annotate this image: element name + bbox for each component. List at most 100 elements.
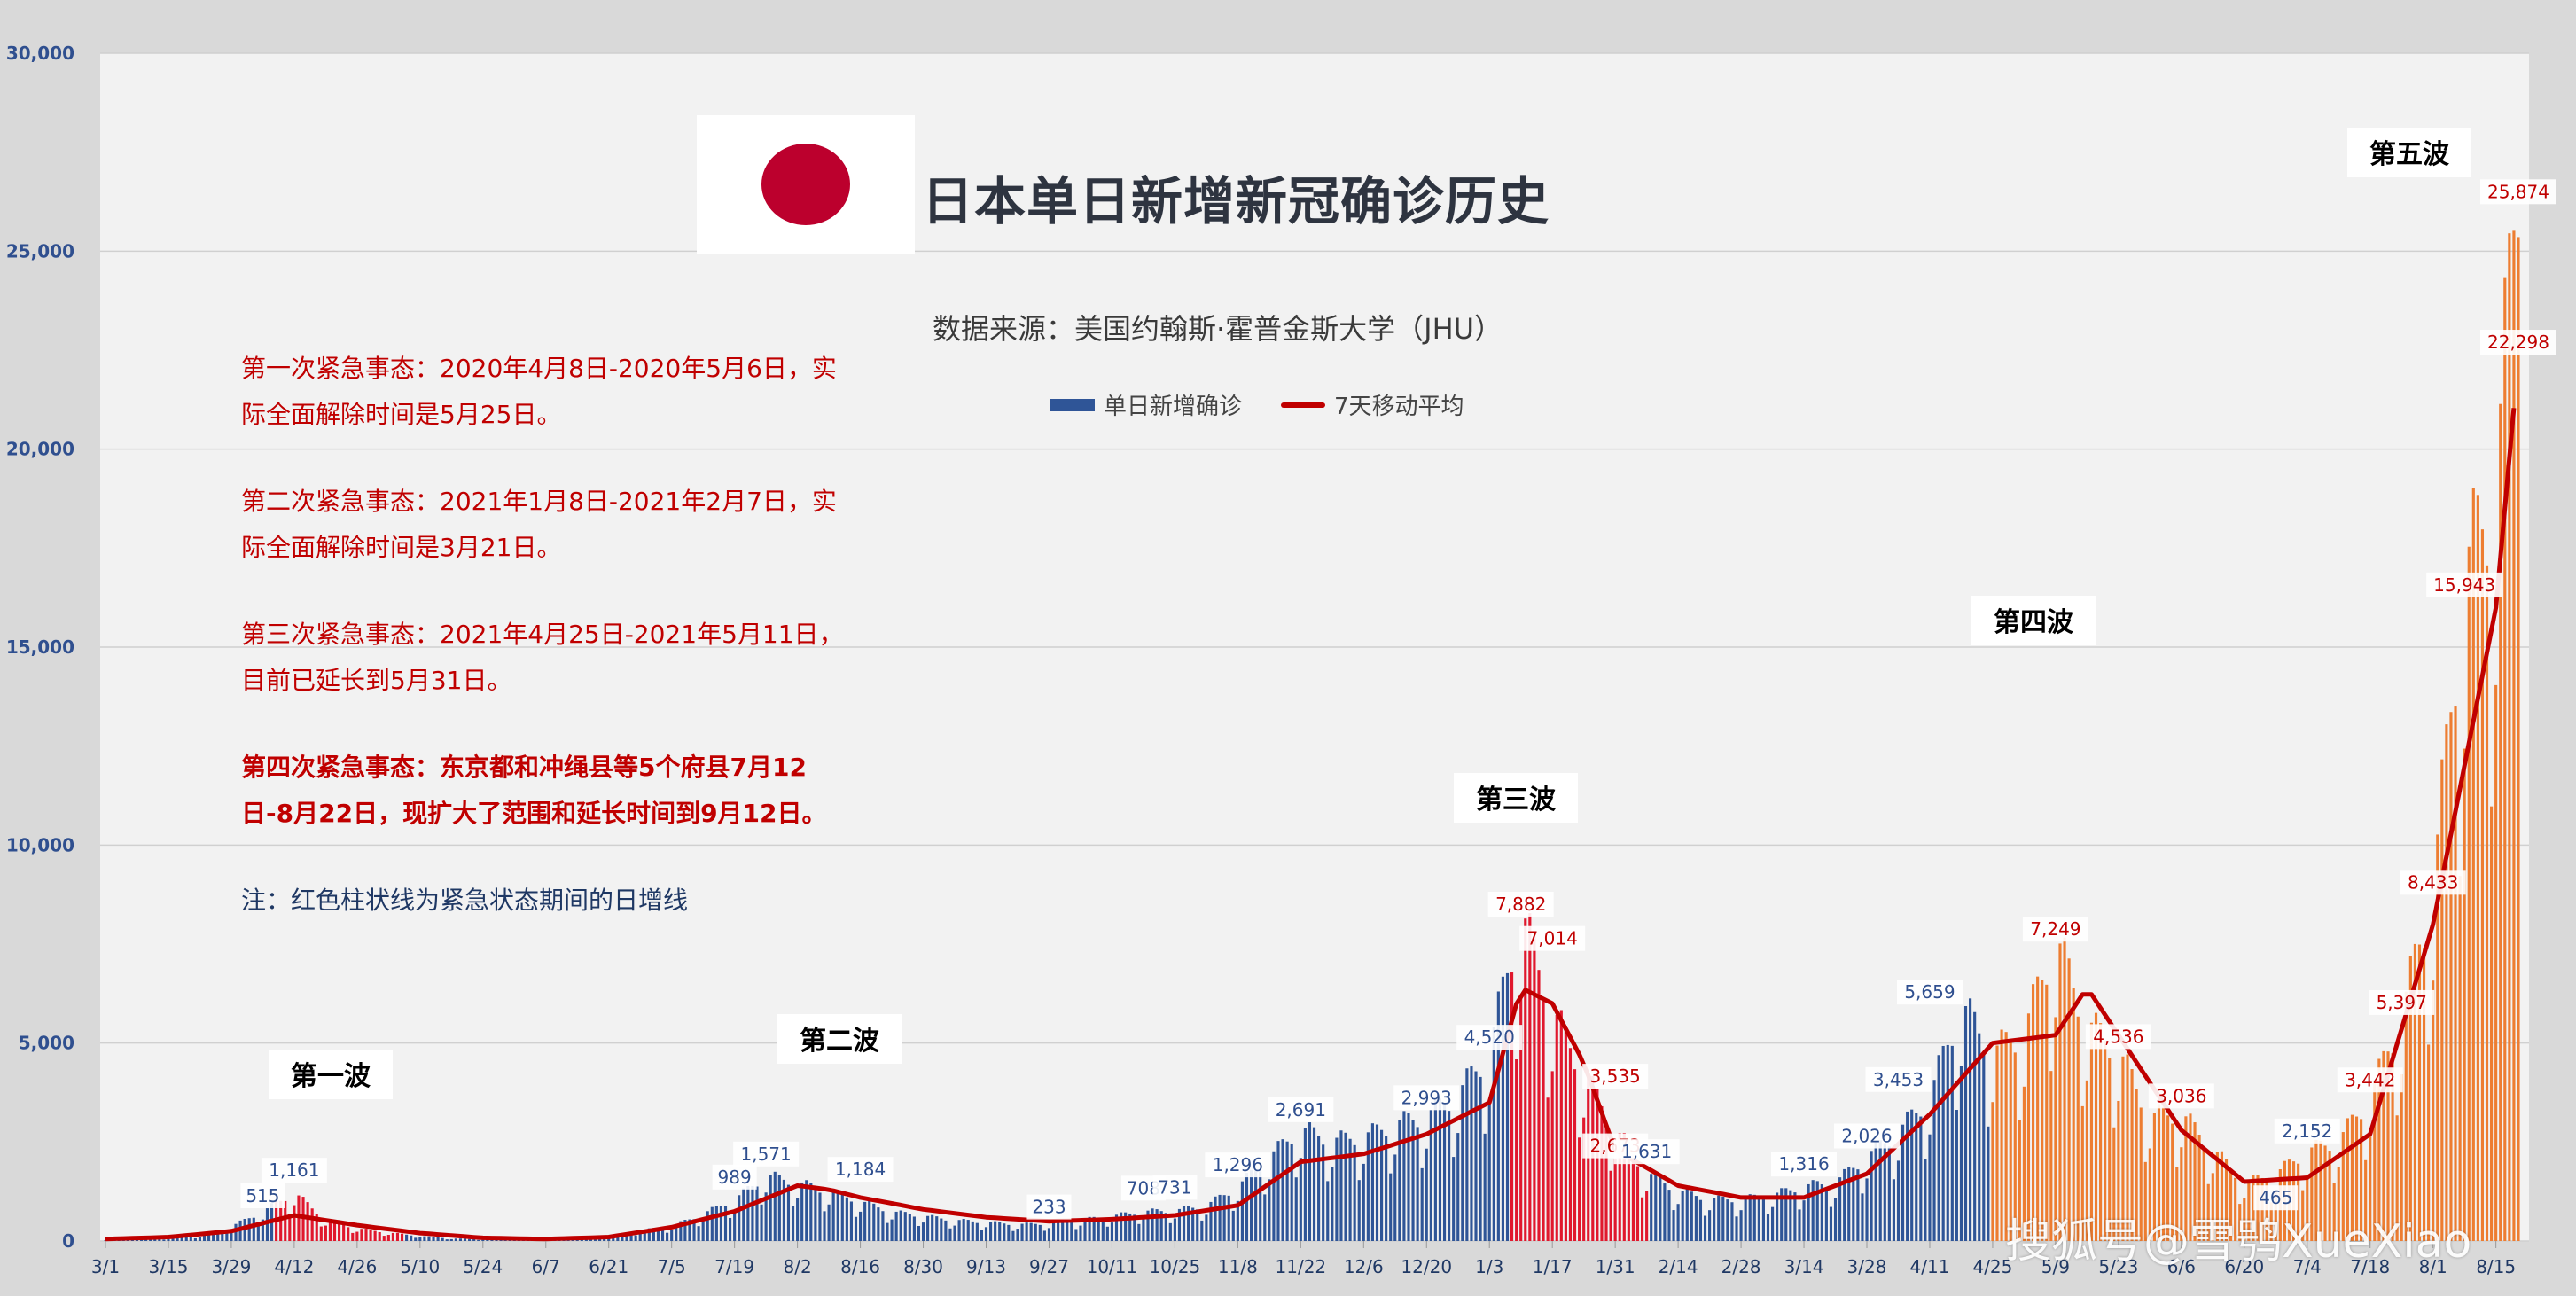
wave-label: 第一波 [291,1061,371,1092]
data-label: 1,571 [740,1144,791,1165]
daily-case-bar [670,1230,674,1241]
daily-case-bar [1744,1198,1747,1241]
page-title: 日本单日新增新冠确诊历史 [922,171,1550,231]
data-label: 2,152 [2282,1120,2332,1142]
daily-case-bar [198,1237,202,1241]
daily-case-bar [962,1219,965,1241]
daily-case-bar [386,1235,390,1241]
daily-case-bar [805,1180,808,1241]
daily-case-bar [1748,1194,1752,1241]
daily-case-bar [1029,1222,1033,1241]
daily-case-bar [1969,998,1972,1241]
daily-case-bar [225,1233,229,1241]
daily-case-bar [989,1222,993,1241]
data-label: 989 [718,1167,752,1188]
daily-case-bar [342,1224,346,1241]
daily-case-bar [921,1222,925,1241]
daily-case-bar [2031,984,2035,1241]
daily-case-bar [1020,1223,1024,1241]
daily-case-bar [1600,1105,1604,1241]
daily-case-bar [2503,277,2507,1242]
daily-case-bar [405,1234,409,1241]
daily-case-bar [1870,1151,1873,1241]
daily-case-bar [1681,1191,1684,1241]
daily-case-bar [306,1202,309,1241]
footnote: 注：红色柱状线为紧急状态期间的日增线 [241,886,689,915]
wave-label: 第二波 [800,1026,880,1057]
daily-case-bar [2467,546,2471,1241]
daily-case-bar [1528,913,1532,1241]
daily-case-bar [247,1218,251,1241]
daily-case-bar [751,1186,754,1241]
daily-case-bar [899,1210,902,1241]
daily-case-bar [1537,970,1541,1241]
daily-case-bar [1587,1078,1590,1241]
x-tick-label: 3/14 [1784,1256,1824,1277]
daily-case-bar [854,1216,858,1241]
x-tick-label: 5/24 [463,1256,503,1277]
daily-case-bar [1973,1011,1977,1241]
x-tick-label: 11/22 [1276,1256,1327,1277]
chart-canvas: 0 5,000 10,000 15,000 20,000 25,000 30,000 3/1… [0,0,2576,1292]
daily-case-bar [1987,1126,1990,1241]
daily-case-bar [1672,1210,1675,1241]
x-tick-label: 2/28 [1721,1256,1761,1277]
daily-case-bar [324,1225,327,1241]
x-tick-label: 8/30 [903,1256,943,1277]
daily-case-bar [1573,1069,1577,1241]
daily-case-bar [1249,1170,1253,1241]
daily-case-bar [1546,1097,1550,1241]
daily-case-bar [427,1236,431,1241]
daily-case-bar [697,1226,700,1241]
wave-label: 第五波 [2369,139,2450,170]
daily-case-bar [1659,1176,1662,1241]
daily-case-bar [2490,806,2494,1241]
daily-case-bar [256,1224,260,1241]
daily-case-bar [1268,1179,1271,1241]
daily-case-bar [1101,1218,1105,1241]
x-tick-label: 12/6 [1344,1256,1384,1277]
legend-bar-swatch [1050,398,1095,411]
daily-case-bar [1420,1167,1424,1241]
daily-case-bar [364,1229,368,1241]
daily-case-bar [1919,1116,1923,1241]
x-tick-label: 9/27 [1029,1256,1069,1277]
daily-case-bar [818,1192,822,1241]
daily-case-bar [2440,759,2444,1241]
daily-case-bar [994,1221,997,1241]
data-label: 1,316 [1778,1153,1829,1175]
daily-case-bar [1142,1219,1145,1241]
daily-case-bar [975,1222,979,1241]
daily-case-bar [957,1220,961,1241]
daily-case-bar [1007,1224,1011,1241]
data-label: 1,184 [835,1159,886,1180]
x-tick-label: 10/25 [1150,1256,1201,1277]
daily-case-bar [1407,1113,1410,1241]
daily-case-bar [714,1206,718,1241]
daily-case-bar [1959,1066,1963,1241]
y-tick-label: 10,000 [6,834,74,855]
data-label: 3,453 [1873,1069,1924,1090]
daily-case-bar [1995,1045,1999,1241]
legend-line-label: 7天移动平均 [1334,394,1464,420]
daily-case-bar [836,1190,839,1241]
daily-case-bar [1752,1194,1756,1241]
daily-case-bar [1631,1154,1635,1241]
daily-case-bar [1416,1127,1419,1241]
daily-case-bar [1730,1202,1734,1241]
daily-case-bar [742,1188,745,1241]
daily-case-bar [863,1201,867,1241]
daily-case-bar [477,1239,480,1241]
daily-case-bar [2445,724,2448,1241]
daily-case-bar [373,1230,377,1241]
legend-line: 7天移动平均 [1281,388,1464,421]
daily-case-bar [1465,1068,1469,1241]
daily-case-bar [293,1205,296,1241]
daily-case-bar [1542,1001,1545,1241]
daily-case-bar [1640,1197,1644,1241]
daily-case-bar [395,1232,400,1241]
daily-case-bar [2508,233,2511,1241]
daily-case-bar [894,1211,898,1241]
daily-case-bar [984,1227,988,1241]
daily-case-bar [1398,1120,1401,1241]
